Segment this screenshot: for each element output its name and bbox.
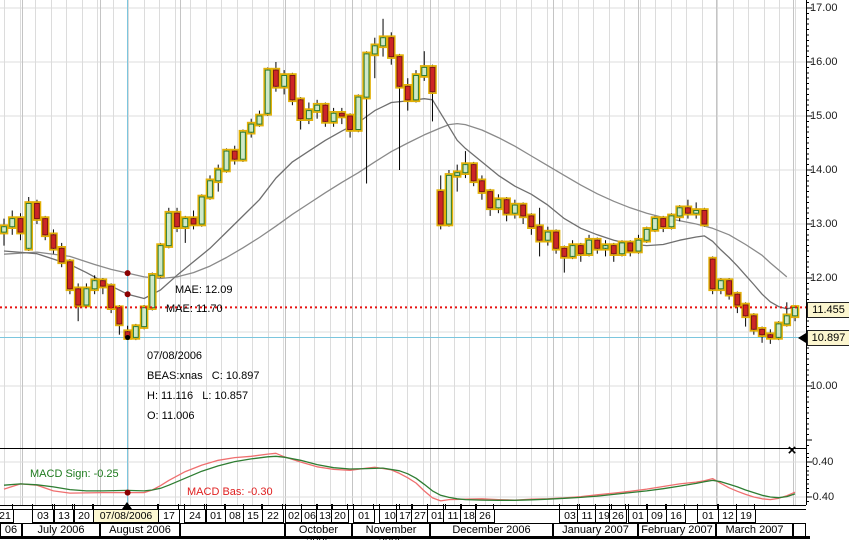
price-axis-label: 10.00 <box>810 380 838 392</box>
month-label: December 2006 <box>430 523 553 537</box>
price-axis-label: 15.00 <box>810 110 838 122</box>
price-axis-label: 16.00 <box>810 56 838 68</box>
date-tick: 17 <box>158 509 180 523</box>
open-label: O: 11.006 <box>147 410 195 422</box>
selected-date-label: 07/08/2006 <box>147 350 203 362</box>
price-axis-label: 14.00 <box>810 164 838 176</box>
ma-value-label-lower: MAE: 11.70 <box>166 303 223 315</box>
price-marker-arrow-icon <box>798 333 806 343</box>
date-tick: 22 <box>262 509 284 523</box>
date-tick: 24 <box>184 509 206 523</box>
month-label: August 2006 <box>100 523 180 537</box>
symbol-close-label: BEAS:xnas C: 10.897 <box>147 370 260 382</box>
macd-base-label: MACD Bas: -0.30 <box>187 486 273 498</box>
date-tick: 08 <box>225 509 245 523</box>
macd-axis-label: -0.40 <box>809 491 835 503</box>
price-axis-label: 13.00 <box>810 218 838 230</box>
date-tick-selected[interactable]: 07/08/2006 <box>93 509 159 523</box>
date-tick: 21 <box>0 509 14 523</box>
axis-bottom-border <box>0 536 810 539</box>
stock-chart-window: MAE: 12.09 MAE: 11.70 07/08/2006 BEAS:xn… <box>0 0 849 540</box>
macd-panel[interactable] <box>0 448 806 505</box>
date-tick: 09 <box>647 509 667 523</box>
date-tick: 03 <box>32 509 54 523</box>
selected-date-marker-icon <box>122 502 132 509</box>
date-tick: 20 <box>331 509 349 523</box>
date-tick: 01 <box>697 509 719 523</box>
date-tick: 01 <box>628 509 648 523</box>
month-label: July 2006 <box>22 523 100 537</box>
macd-axis-label: 0.40 <box>812 456 834 468</box>
macd-signal-label: MACD Sign: -0.25 <box>30 468 119 480</box>
month-label: February 2007 <box>638 523 716 537</box>
date-tick: 01 <box>353 509 375 523</box>
price-axis-label: 12.00 <box>810 272 838 284</box>
date-tick: 20 <box>74 509 94 523</box>
date-tick: 26 <box>475 509 495 523</box>
ma-value-label-upper: MAE: 12.09 <box>175 284 233 296</box>
date-tick: 13 <box>54 509 74 523</box>
close-icon[interactable]: × <box>784 443 800 459</box>
price-panel[interactable] <box>0 0 806 448</box>
month-label <box>793 523 806 537</box>
date-tick: 01 <box>206 509 226 523</box>
month-label: November 2006 <box>352 523 430 540</box>
high-low-label: H: 11.116 L: 10.857 <box>147 390 249 402</box>
month-label: 06 <box>0 523 22 537</box>
price-badge-crosshair: 10.897 <box>807 330 849 346</box>
month-label: March 2007 <box>716 523 793 537</box>
month-label: October 2006 <box>285 523 352 540</box>
date-tick: 15 <box>243 509 263 523</box>
date-tick: 16 <box>666 509 686 523</box>
price-badge-last: 11.455 <box>807 302 849 318</box>
date-tick: 12 <box>718 509 738 523</box>
date-tick: 19 <box>736 509 756 523</box>
month-label <box>180 523 285 537</box>
date-tick: 11 <box>577 509 597 523</box>
date-tick: 26 <box>609 509 627 523</box>
price-axis-label: 17.00 <box>810 2 838 14</box>
month-label: January 2007 <box>553 523 638 537</box>
